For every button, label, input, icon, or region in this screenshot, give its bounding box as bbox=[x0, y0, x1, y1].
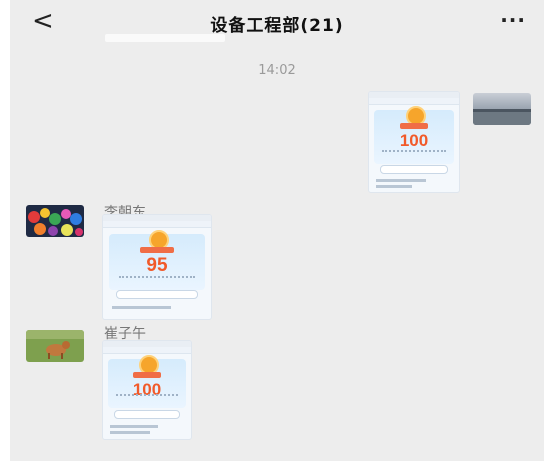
score-value: 95 bbox=[146, 254, 168, 276]
score-card: 100 bbox=[108, 354, 186, 408]
timestamp: 14:02 bbox=[258, 63, 296, 78]
message-image[interactable]: 100 bbox=[102, 340, 192, 440]
avatar-self[interactable] bbox=[473, 93, 531, 125]
message-image[interactable]: 95 bbox=[102, 214, 212, 320]
score-card: 100 bbox=[374, 106, 454, 164]
chat-header: < 设备工程部(21) ··· bbox=[10, 0, 544, 44]
avatar-lake-photo bbox=[473, 93, 531, 125]
chat-screen: < 设备工程部(21) ··· 14:02 100 李朝东 95 崔子午 100 bbox=[10, 0, 544, 461]
avatar-dog-grass bbox=[26, 330, 84, 362]
avatar-li-chaodong[interactable] bbox=[26, 205, 84, 237]
previous-message-edge bbox=[105, 34, 225, 42]
score-value: 100 bbox=[399, 131, 429, 150]
avatar-colorful-toys bbox=[26, 205, 84, 237]
message-image[interactable]: 100 bbox=[368, 91, 460, 193]
group-title: 设备工程部(21) bbox=[210, 16, 344, 36]
more-icon[interactable]: ··· bbox=[500, 8, 526, 32]
score-card: 95 bbox=[109, 229, 205, 290]
avatar-cui-ziwu[interactable] bbox=[26, 330, 84, 362]
